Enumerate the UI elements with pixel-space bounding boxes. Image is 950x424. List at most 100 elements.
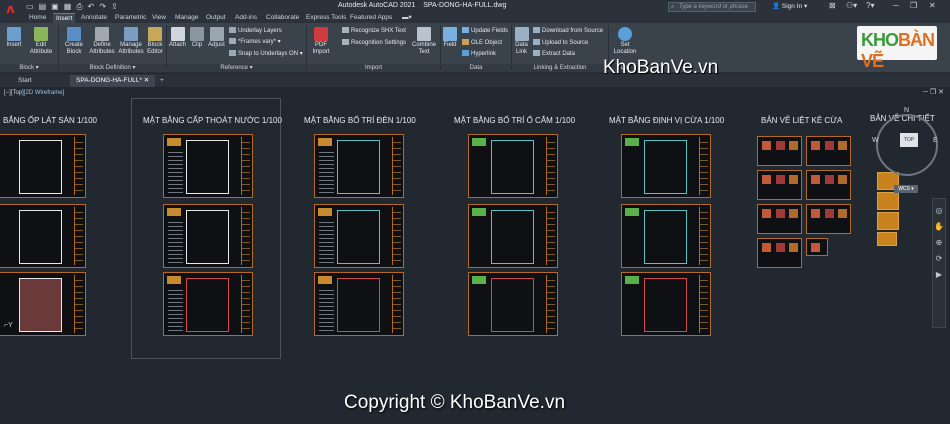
title-block: [546, 137, 555, 195]
upload-source-button[interactable]: Upload to Source: [533, 39, 588, 47]
signin-button[interactable]: 👤 Sign In ▾: [772, 2, 807, 10]
help-icon[interactable]: ?▾: [866, 1, 874, 10]
restore-icon[interactable]: ❐: [910, 1, 917, 10]
drawing-sheet[interactable]: [314, 204, 404, 268]
redo-icon[interactable]: ↷: [99, 2, 106, 12]
drawing-sheet[interactable]: [314, 272, 404, 336]
attach-button[interactable]: Attach: [168, 27, 187, 49]
data-link-button[interactable]: Data Link: [513, 27, 530, 56]
tab-manage[interactable]: Manage: [172, 13, 202, 23]
drawing-sheet[interactable]: [163, 204, 253, 268]
pan-icon[interactable]: ✋: [933, 222, 945, 231]
hyperlink-button[interactable]: Hyperlink: [462, 50, 496, 58]
tab-collaborate[interactable]: Collaborate: [263, 13, 302, 23]
pdf-import-button[interactable]: PDF Import: [309, 27, 333, 56]
door-schedule-sheet[interactable]: [757, 204, 802, 234]
orbit-icon[interactable]: ⟳: [933, 254, 945, 263]
drawing-sheet[interactable]: [621, 134, 711, 198]
snap-underlays-dropdown[interactable]: Snap to Underlays ON ▾: [229, 50, 303, 58]
user-icon[interactable]: ⚇▾: [846, 1, 857, 10]
drawing-sheet[interactable]: [163, 272, 253, 336]
extract-data-button[interactable]: Extract Data: [533, 50, 575, 58]
tab-view[interactable]: View: [149, 13, 169, 23]
door-schedule-sheet[interactable]: [757, 238, 802, 268]
viewport-controls[interactable]: [−][Top][2D Wireframe]: [4, 90, 64, 96]
save-icon[interactable]: ▣: [51, 2, 59, 12]
minimize-icon[interactable]: ─: [893, 1, 899, 10]
door-schedule-sheet[interactable]: [806, 204, 851, 234]
download-source-button[interactable]: Download from Source: [533, 27, 603, 35]
search-input[interactable]: ⌕ Type a keyword or phrase: [668, 2, 756, 12]
exchange-icon[interactable]: ⊠: [829, 1, 836, 10]
viewport-window-controls[interactable]: ─ ❐ ✕: [923, 88, 944, 96]
panel-block-definition[interactable]: Block Definition ▾: [59, 64, 166, 72]
tab-overflow-icon[interactable]: ▬▾: [399, 13, 415, 23]
door-schedule-sheet[interactable]: [757, 170, 802, 200]
tab-output[interactable]: Output: [203, 13, 229, 23]
drawing-sheet[interactable]: [163, 134, 253, 198]
doc-tab-start[interactable]: Start: [12, 75, 38, 87]
create-block-button[interactable]: Create Block: [62, 27, 86, 56]
set-location-button[interactable]: Set Location: [611, 27, 639, 56]
manage-attributes-button[interactable]: Manage Attributes: [118, 27, 144, 56]
tab-home[interactable]: Home: [26, 13, 49, 23]
frames-vary-dropdown[interactable]: *Frames vary* ▾: [229, 38, 281, 46]
showmotion-icon[interactable]: ▶: [933, 270, 945, 279]
door-schedule-sheet[interactable]: [806, 136, 851, 166]
drawing-sheet[interactable]: [0, 204, 86, 268]
recognition-settings-button[interactable]: Recognition Settings: [342, 39, 406, 47]
drawing-sheet[interactable]: [468, 204, 558, 268]
clip-button[interactable]: Clip: [189, 27, 205, 49]
close-tab-icon[interactable]: ✕: [144, 77, 149, 84]
search-icon: ⌕: [671, 4, 675, 10]
insert-button[interactable]: Insert: [4, 27, 24, 49]
edit-attribute-button[interactable]: Edit Attribute: [28, 27, 54, 56]
detail-sheet[interactable]: [877, 232, 897, 246]
recognize-shx-button[interactable]: Recognize SHX Text: [342, 27, 406, 35]
new-icon[interactable]: ▭: [26, 2, 34, 12]
tab-annotate[interactable]: Annotate: [78, 13, 110, 23]
new-tab-icon[interactable]: +: [154, 75, 170, 87]
tab-addins[interactable]: Add-ins: [232, 13, 260, 23]
underlay-layers-button[interactable]: Underlay Layers: [229, 27, 282, 35]
open-icon[interactable]: ▤: [39, 2, 47, 12]
drawing-sheet[interactable]: [468, 134, 558, 198]
viewcube[interactable]: TOP: [876, 114, 938, 176]
tab-parametric[interactable]: Parametric: [112, 13, 149, 23]
adjust-button[interactable]: Adjust: [207, 27, 226, 49]
tab-featured-apps[interactable]: Featured Apps: [347, 13, 395, 23]
door-schedule-sheet[interactable]: [806, 170, 851, 200]
sheet-header: [625, 138, 639, 146]
share-icon[interactable]: ⇪: [111, 2, 118, 12]
define-attributes-button[interactable]: Define Attributes: [88, 27, 116, 56]
door-schedule-sheet[interactable]: [757, 136, 802, 166]
combine-text-button[interactable]: Combine Text: [411, 27, 437, 56]
update-fields-button[interactable]: Update Fields: [462, 27, 508, 35]
ole-object-button[interactable]: OLE Object: [462, 39, 502, 47]
drawing-sheet[interactable]: [468, 272, 558, 336]
wcs-dropdown[interactable]: WCS ▾: [894, 185, 918, 193]
title-block: [699, 207, 708, 265]
panel-reference[interactable]: Reference ▾: [167, 64, 306, 72]
saveas-icon[interactable]: ▦: [64, 2, 72, 12]
recognize-shx-label: Recognize SHX Text: [351, 28, 406, 34]
detail-sheet[interactable]: [877, 212, 899, 230]
drawing-sheet[interactable]: [621, 272, 711, 336]
field-button[interactable]: Field: [442, 27, 458, 49]
drawing-sheet[interactable]: [0, 134, 86, 198]
drawing-sheet[interactable]: [621, 204, 711, 268]
detail-sheet[interactable]: [877, 192, 899, 210]
block-editor-button[interactable]: Block Editor: [146, 27, 164, 56]
door-schedule-sheet[interactable]: [806, 238, 828, 256]
steering-wheel-icon[interactable]: ◎: [933, 206, 945, 215]
tab-insert[interactable]: Insert: [53, 13, 76, 23]
close-icon[interactable]: ✕: [929, 1, 936, 10]
tab-express-tools[interactable]: Express Tools: [303, 13, 349, 23]
doc-tab-file[interactable]: SPA-DONG-HA-FULL* ✕: [70, 75, 156, 87]
undo-icon[interactable]: ↶: [88, 2, 95, 12]
print-icon[interactable]: ⎙: [76, 2, 82, 12]
zoom-icon[interactable]: ⊕: [933, 238, 945, 247]
viewcube-top[interactable]: TOP: [900, 133, 918, 147]
drawing-sheet[interactable]: [314, 134, 404, 198]
panel-block[interactable]: Block ▾: [0, 64, 58, 72]
